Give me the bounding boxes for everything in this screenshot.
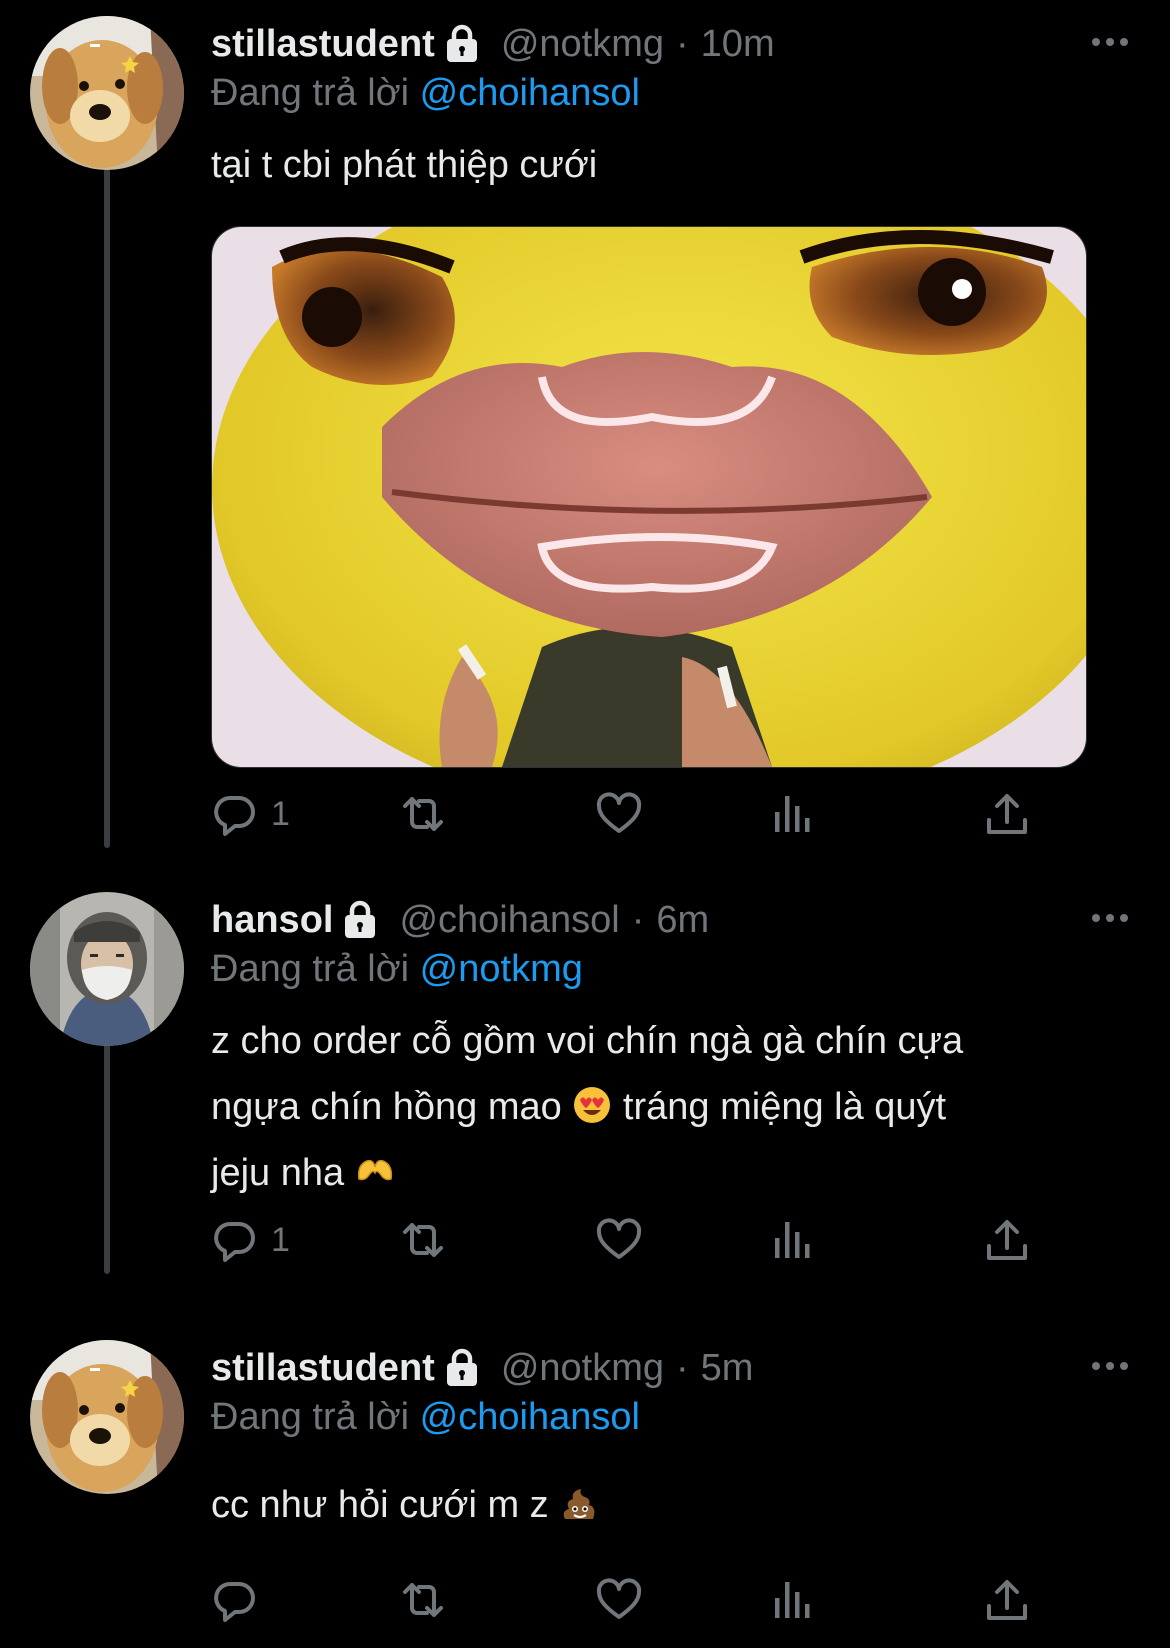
share-icon [983, 1216, 1031, 1264]
replying-prefix: Đang trả lời [211, 72, 410, 114]
retweet-button[interactable] [399, 1572, 447, 1628]
views-icon [769, 1576, 817, 1624]
views-button[interactable] [769, 1212, 817, 1268]
retweet-icon [399, 1216, 447, 1264]
tweet-text-segment: tráng miệng là quýt [622, 1086, 947, 1128]
timestamp[interactable]: 10m [701, 23, 775, 66]
person-avatar-image [30, 892, 184, 1046]
separator-dot: · [631, 898, 645, 941]
replying-to: Đang trả lời @choihansol [211, 1396, 640, 1439]
retweet-icon [399, 1576, 447, 1624]
user-handle[interactable]: @notkmg [501, 23, 664, 66]
tweet[interactable]: stillastudent @notkmg · 10m Đang trả lời… [0, 0, 1170, 840]
like-button[interactable] [595, 1212, 643, 1268]
reply-icon [211, 790, 259, 838]
tweet-header: hansol @choihansol · 6m [211, 894, 1110, 946]
more-icon[interactable] [1090, 1356, 1130, 1376]
lock-icon [441, 1348, 483, 1388]
user-handle[interactable]: @choihansol [399, 899, 619, 942]
tweet-media-image[interactable] [211, 226, 1087, 768]
display-name[interactable]: hansol [211, 899, 333, 942]
like-icon [595, 790, 643, 838]
tweet[interactable]: hansol @choihansol · 6m Đang trả lời @no… [0, 876, 1170, 1276]
tweet-text-line: jeju nha [211, 1140, 1090, 1206]
reply-button[interactable]: 1 [211, 786, 290, 842]
tweet-text-segment: ngựa chín hồng mao [211, 1086, 562, 1128]
more-icon[interactable] [1090, 32, 1130, 52]
tweet-text-line: ngựa chín hồng mao tráng miệng là quýt [211, 1074, 1090, 1140]
views-button[interactable] [769, 1572, 817, 1628]
lock-icon [441, 24, 483, 64]
views-button[interactable] [769, 786, 817, 842]
replying-mention[interactable]: @choihansol [420, 1396, 640, 1438]
views-icon [769, 1216, 817, 1264]
share-button[interactable] [983, 1572, 1031, 1628]
tweet-actions: 1 [211, 786, 1051, 842]
tweet-text-line: z cho order cỗ gồm voi chín ngà gà chín … [211, 1020, 964, 1062]
like-icon [595, 1216, 643, 1264]
tweet-text-segment: jeju nha [211, 1152, 345, 1194]
replying-to: Đang trả lời @notkmg [211, 948, 583, 991]
heart-eyes-emoji [572, 1085, 612, 1125]
lock-icon [339, 900, 381, 940]
reply-button[interactable]: 1 [211, 1212, 290, 1268]
reply-count: 1 [271, 1220, 290, 1259]
tweet-header: stillastudent @notkmg · 5m [211, 1342, 1110, 1394]
share-button[interactable] [983, 786, 1031, 842]
tweet-actions [211, 1492, 1051, 1548]
replying-mention[interactable]: @choihansol [420, 72, 640, 114]
dog-avatar-image [30, 16, 184, 170]
replying-prefix: Đang trả lời [211, 1396, 410, 1438]
user-handle[interactable]: @notkmg [501, 1347, 664, 1390]
tweet[interactable]: stillastudent @notkmg · 5m Đang trả lời … [0, 1324, 1170, 1648]
dog-avatar-image [30, 1340, 184, 1494]
views-icon [769, 790, 817, 838]
reply-icon [211, 1576, 259, 1624]
replying-to: Đang trả lời @choihansol [211, 72, 640, 115]
tweet-actions [211, 1572, 1051, 1628]
tweet-text: z cho order cỗ gồm voi chín ngà gà chín … [211, 1008, 1090, 1206]
tweet-header: stillastudent @notkmg · 10m [211, 18, 1110, 70]
reply-icon [211, 1216, 259, 1264]
tweet-text-content: tại t cbi phát thiệp cưới [211, 144, 598, 186]
share-icon [983, 790, 1031, 838]
like-icon [595, 1576, 643, 1624]
replying-mention[interactable]: @notkmg [420, 948, 583, 990]
display-name[interactable]: stillastudent [211, 1347, 435, 1390]
timestamp[interactable]: 5m [701, 1347, 754, 1390]
tweet-actions: 1 [211, 1212, 1051, 1268]
heart-hands-emoji [355, 1151, 395, 1191]
share-icon [983, 1576, 1031, 1624]
like-button[interactable] [595, 1572, 643, 1628]
retweet-icon [399, 790, 447, 838]
reply-count: 1 [271, 794, 290, 833]
display-name[interactable]: stillastudent [211, 23, 435, 66]
avatar[interactable] [30, 1340, 184, 1494]
reply-button[interactable] [211, 1572, 271, 1628]
avatar[interactable] [30, 892, 184, 1046]
share-button[interactable] [983, 1212, 1031, 1268]
tweet-text: tại t cbi phát thiệp cưới [211, 132, 1090, 198]
replying-prefix: Đang trả lời [211, 948, 410, 990]
retweet-button[interactable] [399, 1212, 447, 1268]
like-button[interactable] [595, 786, 643, 842]
separator-dot: · [676, 22, 689, 65]
cartoon-lips-image [212, 227, 1086, 767]
more-icon[interactable] [1090, 908, 1130, 928]
avatar[interactable] [30, 16, 184, 170]
timestamp[interactable]: 6m [656, 899, 709, 942]
separator-dot: · [676, 1346, 689, 1389]
retweet-button[interactable] [399, 786, 447, 842]
